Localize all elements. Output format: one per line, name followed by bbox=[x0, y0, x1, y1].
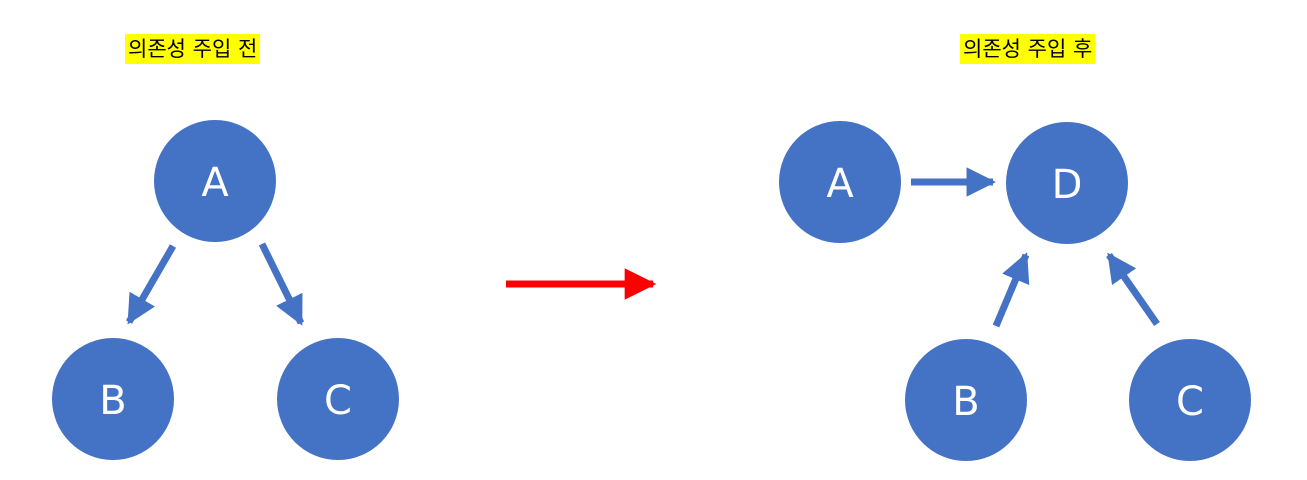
node-b-after-label: B bbox=[952, 379, 979, 425]
after-diagram: A D B C bbox=[779, 121, 1251, 461]
node-a-after: A bbox=[779, 121, 901, 243]
edge-c-to-d bbox=[1106, 252, 1160, 326]
node-c-after-label: C bbox=[1176, 379, 1204, 425]
node-a-before: A bbox=[154, 120, 276, 242]
edge-b-to-d bbox=[992, 252, 1030, 328]
edge-a-to-b bbox=[125, 244, 177, 325]
before-diagram: A B C bbox=[52, 120, 399, 460]
node-b-after: B bbox=[905, 339, 1027, 461]
node-d-after: D bbox=[1006, 122, 1128, 244]
node-c-before-label: C bbox=[324, 378, 352, 424]
node-c-after: C bbox=[1129, 339, 1251, 461]
node-c-before: C bbox=[277, 338, 399, 460]
dependency-injection-diagram: A B C A D B C bbox=[52, 120, 1251, 461]
node-a-after-label: A bbox=[826, 161, 854, 207]
edge-a-to-c bbox=[258, 242, 305, 326]
node-b-before: B bbox=[52, 338, 174, 460]
node-b-before-label: B bbox=[99, 378, 126, 424]
node-d-after-label: D bbox=[1052, 162, 1083, 208]
node-a-before-label: A bbox=[201, 160, 229, 206]
